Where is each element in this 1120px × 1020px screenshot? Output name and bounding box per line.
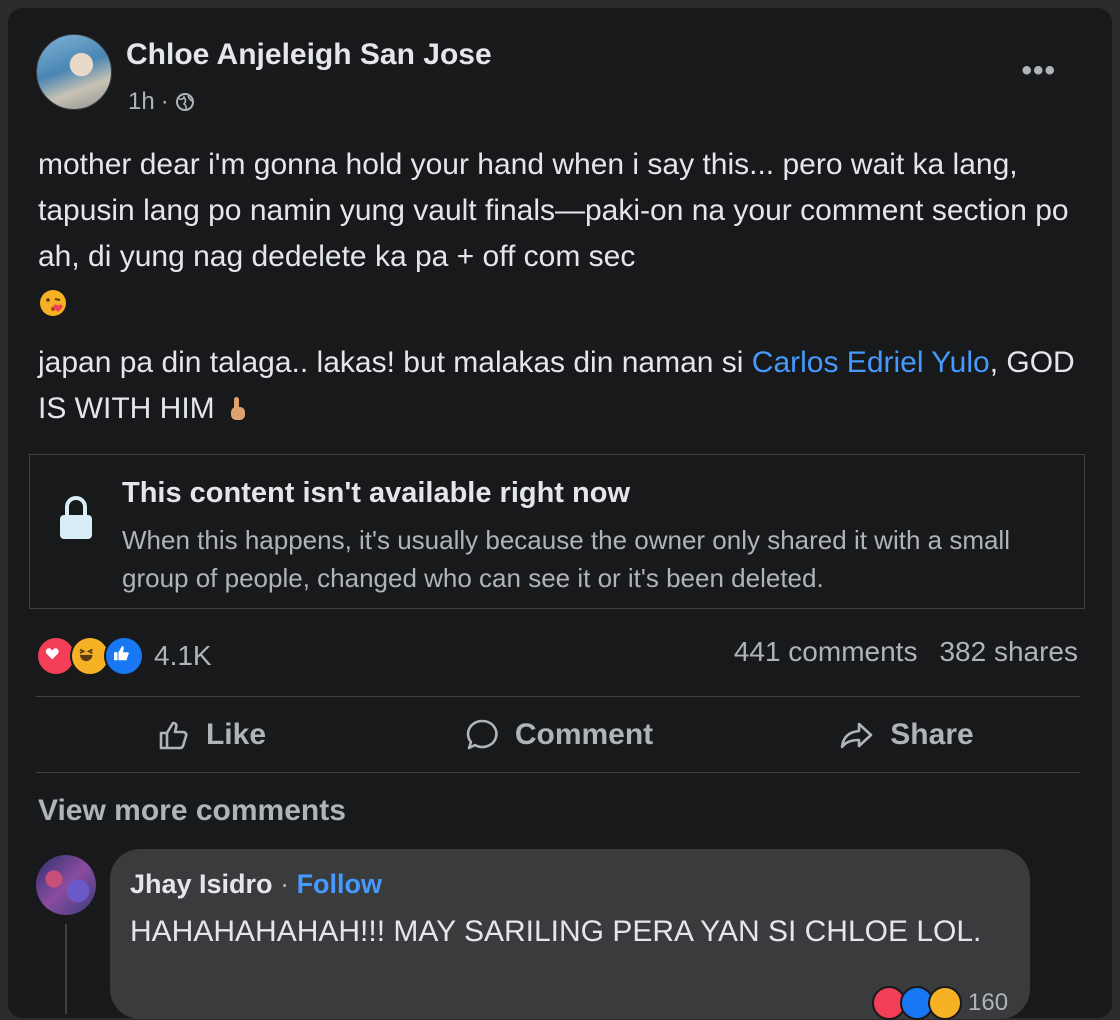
engagement-stats: 441 comments 382 shares: [734, 636, 1078, 668]
comment-haha-icon: [928, 986, 962, 1020]
share-arrow-icon: [840, 722, 873, 749]
divider-bottom: [36, 772, 1080, 773]
comment-label: Comment: [514, 718, 654, 751]
commenter-name[interactable]: Jhay Isidro: [130, 869, 273, 899]
like-reaction-icon: [104, 636, 144, 676]
thumbs-up-icon: [159, 721, 188, 750]
comment-header: Jhay Isidro · Follow: [130, 869, 382, 900]
comment-bubble-icon: [466, 719, 498, 750]
comment-text: HAHAHAHAHAH!!! MAY SARILING PERA YAN SI …: [130, 915, 982, 948]
pointing-up-emoji: [231, 397, 245, 420]
more-options-icon[interactable]: •••: [1021, 54, 1056, 88]
thread-line: [65, 924, 67, 1014]
comment-separator: ·: [272, 869, 297, 899]
share-button[interactable]: Share: [732, 698, 1080, 772]
author-avatar[interactable]: [36, 34, 112, 110]
follow-link[interactable]: Follow: [297, 869, 382, 899]
author-name[interactable]: Chloe Anjeleigh San Jose: [126, 38, 492, 72]
like-button[interactable]: Like: [36, 698, 384, 772]
reaction-summary[interactable]: 4.1K: [36, 636, 212, 676]
reaction-count: 4.1K: [154, 640, 212, 671]
post-body: mother dear i'm gonna hold your hand whe…: [38, 142, 1078, 446]
comment-button[interactable]: Comment: [384, 698, 732, 772]
post-time[interactable]: 1h: [128, 88, 155, 116]
comment-reaction-count: 160: [968, 989, 1009, 1016]
post-paragraph-1: mother dear i'm gonna hold your hand whe…: [38, 142, 1078, 326]
post-text-1: mother dear i'm gonna hold your hand whe…: [38, 148, 1069, 273]
share-label: Share: [890, 718, 974, 751]
globe-icon[interactable]: [175, 92, 195, 112]
unavailable-description: When this happens, it's usually because …: [122, 525, 1010, 593]
post-meta: 1h ·: [128, 88, 195, 116]
view-more-comments-link[interactable]: View more comments: [38, 794, 346, 828]
unavailable-title: This content isn't available right now: [122, 477, 631, 509]
comments-count[interactable]: 441 comments: [734, 636, 918, 668]
post-text-2a: japan pa din talaga.. lakas! but malakas…: [38, 346, 752, 379]
tagged-person-link[interactable]: Carlos Edriel Yulo: [752, 346, 990, 379]
action-bar: Like Comment Share: [36, 698, 1080, 772]
commenter-avatar[interactable]: [36, 855, 96, 915]
comment-reactions[interactable]: 160: [872, 986, 1008, 1020]
divider-top: [36, 696, 1080, 697]
shares-count[interactable]: 382 shares: [939, 636, 1078, 668]
meta-separator: ·: [160, 88, 169, 115]
post-paragraph-2: japan pa din talaga.. lakas! but malakas…: [38, 340, 1078, 432]
lock-icon: [60, 496, 92, 539]
unavailable-content-box: This content isn't available right now W…: [29, 454, 1085, 609]
kissing-heart-emoji: [40, 290, 66, 316]
like-label: Like: [205, 718, 267, 751]
